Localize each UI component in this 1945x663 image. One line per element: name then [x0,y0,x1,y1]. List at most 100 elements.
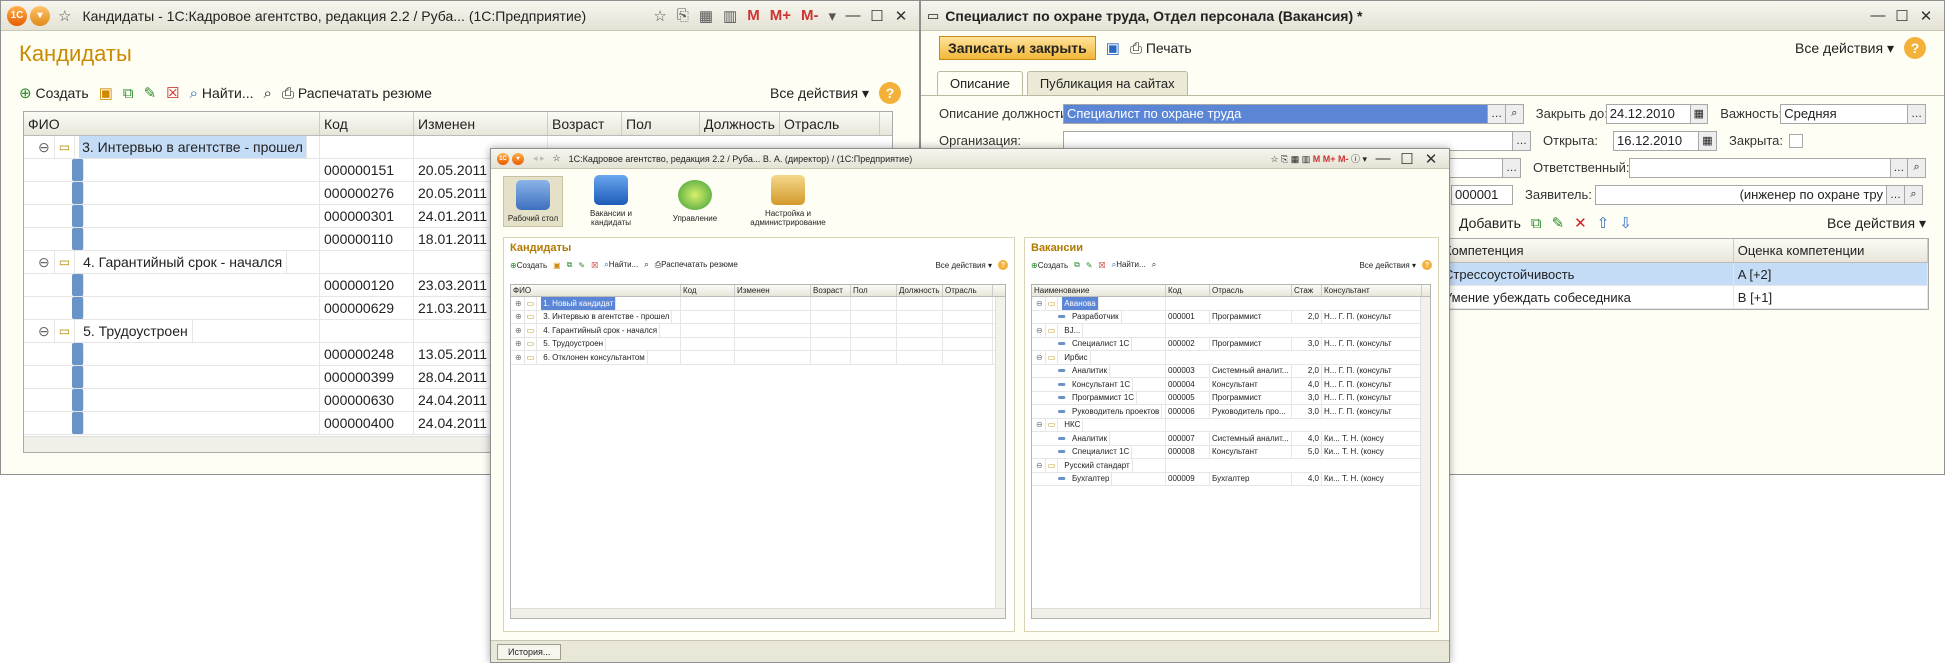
close-icon[interactable]: ✕ [1914,7,1938,25]
table-row[interactable]: Руководитель проектов 000006 Руководитель … [1032,405,1430,419]
vertical-scrollbar[interactable] [995,297,1005,608]
edit-pencil-icon[interactable]: ✎ [144,84,157,102]
maximize-icon[interactable]: ☐ [1395,150,1419,168]
col-competence[interactable]: Компетенция [1440,239,1734,262]
add-button[interactable]: Добавить [1459,215,1521,231]
expand-icon[interactable]: ⊕ [513,297,525,310]
history-icon[interactable]: ⎘ [677,7,689,24]
more-dropdown-icon[interactable]: ▾ [828,7,836,25]
favorites-star-icon[interactable]: ☆ [58,7,71,25]
1c-logo-icon[interactable]: 1С [7,5,27,26]
help-icon[interactable]: ? [879,82,901,104]
choose-button[interactable]: … [1890,157,1909,178]
main-menu-icon[interactable]: ▾ [30,5,50,26]
col-consultant[interactable]: Консультант [1322,285,1422,296]
table-row[interactable]: Специалист 1С 000002 Программист 3,0 Н... Г.… [1032,337,1430,351]
close-icon[interactable]: ✕ [889,7,913,25]
move-up-icon[interactable]: ⇧ [1597,214,1610,232]
choose-button[interactable]: … [1513,130,1531,151]
add-favorite-icon[interactable]: ☆ [653,7,666,25]
memory-m-button[interactable]: M [747,7,760,24]
add-folder-icon[interactable]: ▣ [99,84,113,102]
col-experience[interactable]: Стаж [1292,285,1322,296]
maximize-icon[interactable]: ☐ [865,7,889,25]
delete-icon[interactable]: ☒ [166,84,179,102]
help-icon[interactable]: ? [998,260,1008,270]
col-fio[interactable]: ФИО [24,112,320,135]
col-position[interactable]: Должность [897,285,943,296]
close-icon[interactable]: ✕ [1419,150,1443,168]
print-button[interactable]: ⎙ Печать [1130,40,1192,57]
expand-icon[interactable]: ⊕ [513,324,525,337]
importance-field[interactable]: Средняя [1780,103,1909,124]
collapse-icon[interactable]: ⊖ [1034,324,1046,337]
group-row[interactable]: ⊖ ▭ Ирбис [1032,351,1430,365]
all-actions-menu[interactable]: Все действия ▾ [1827,215,1926,232]
copy-icon[interactable]: ⧉ [123,85,134,102]
col-gender[interactable]: Пол [851,285,897,296]
search-icon[interactable]: ⌕ [1506,103,1524,124]
open-date-field[interactable]: 16.12.2010 [1613,130,1699,151]
group-row[interactable]: ⊕ ▭ 3. Интервью в агентстве - прошел [511,310,1005,324]
horizontal-scrollbar[interactable] [1032,608,1430,618]
tab-publication[interactable]: Публикация на сайтах [1026,71,1188,95]
cancel-search-icon[interactable]: ⌕ [1152,260,1156,270]
save-close-button[interactable]: Записать и закрыть [939,36,1096,60]
edit-pencil-icon[interactable]: ✎ [578,261,585,270]
candidates-tree-table[interactable]: ФИО Код Изменен Возраст Пол Должность От… [510,284,1006,619]
back-forward-icon[interactable]: ◂ ▸ [533,153,545,164]
group-row[interactable]: ⊕ ▭ 6. Отклонен консультантом [511,351,1005,365]
vacancies-tree-table[interactable]: Наименование Код Отрасль Стаж Консультан… [1031,284,1431,619]
col-code[interactable]: Код [320,112,414,135]
find-button[interactable]: ⌕ Найти... [190,85,254,102]
copy-icon[interactable]: ⧉ [567,260,573,270]
table-row[interactable]: Специалист 1С 000008 Консультант 5,0 Ки... Т… [1032,445,1430,459]
col-age[interactable]: Возраст [548,112,622,135]
collapse-icon[interactable]: ⊖ [34,136,55,158]
move-down-icon[interactable]: ⇩ [1619,214,1632,232]
tab-description[interactable]: Описание [937,71,1023,95]
history-button[interactable]: История... [497,643,562,660]
collapse-icon[interactable]: ⊖ [34,320,55,342]
group-row[interactable]: ⊖ ▭ НКС [1032,418,1430,432]
table-row[interactable]: Аналитик 000007 Системный аналит... 4,0 Ки..… [1032,432,1430,446]
responsible-field[interactable] [1629,157,1891,178]
section-desktop[interactable]: Рабочий стол [503,175,563,227]
closed-checkbox[interactable] [1789,133,1803,148]
calculator-icon[interactable]: ▦ [699,7,713,25]
edit-pencil-icon[interactable]: ✎ [1086,261,1093,270]
choose-button[interactable]: … [1503,157,1521,178]
col-industry[interactable]: Отрасль [1210,285,1292,296]
cancel-search-icon[interactable]: ⌕ [264,85,272,102]
col-gender[interactable]: Пол [622,112,700,135]
group-row[interactable]: ⊖ ▭ Русский стандарт [1032,459,1430,473]
table-row[interactable]: Разработчик 000001 Программист 2,0 Н... Г. П… [1032,310,1430,324]
toolbar-icons[interactable]: ☆ ⎘ ▦ ▥ M M+ M- ⓘ ▾ [1270,152,1367,165]
competence-table[interactable]: Компетенция Оценка компетенции Стрессоус… [1439,238,1929,310]
help-icon[interactable]: ? [1422,260,1432,270]
create-button[interactable]: ⊕Создать [1031,261,1068,270]
col-position[interactable]: Должность [700,112,780,135]
col-industry[interactable]: Отрасль [943,285,993,296]
create-button[interactable]: ⊕Создать [510,261,547,270]
print-resume-button[interactable]: ⎙ Распечатать резюме [282,85,432,102]
main-menu-icon[interactable]: ▾ [512,152,524,165]
table-row[interactable]: Аналитик 000003 Системный аналит... 2,0 Н...… [1032,364,1430,378]
col-name[interactable]: Наименование [1032,285,1166,296]
applicant-field[interactable]: (инженер по охране тру [1595,184,1887,205]
choose-button[interactable]: … [1908,103,1927,124]
col-age[interactable]: Возраст [811,285,851,296]
collapse-icon[interactable]: ⊖ [1034,459,1046,472]
all-actions-menu[interactable]: Все действия ▾ [770,85,869,102]
section-vacancies[interactable]: Вакансии и кандидаты [575,175,647,227]
find-button[interactable]: ⌕Найти... [604,260,638,270]
vertical-scrollbar[interactable] [1420,297,1430,608]
edit-pencil-icon[interactable]: ✎ [1552,214,1565,232]
table-row[interactable]: Стрессоустойчивость A [+2] [1440,263,1928,286]
memory-plus-button[interactable]: M+ [770,7,791,24]
table-row[interactable]: Программист 1С 000005 Программист 3,0 Н... Г… [1032,391,1430,405]
save-disk-icon[interactable]: ▣ [1106,39,1120,57]
expand-icon[interactable]: ⊕ [513,337,525,350]
choose-button[interactable]: … [1488,103,1506,124]
all-actions-menu[interactable]: Все действия ▾ [935,261,992,270]
